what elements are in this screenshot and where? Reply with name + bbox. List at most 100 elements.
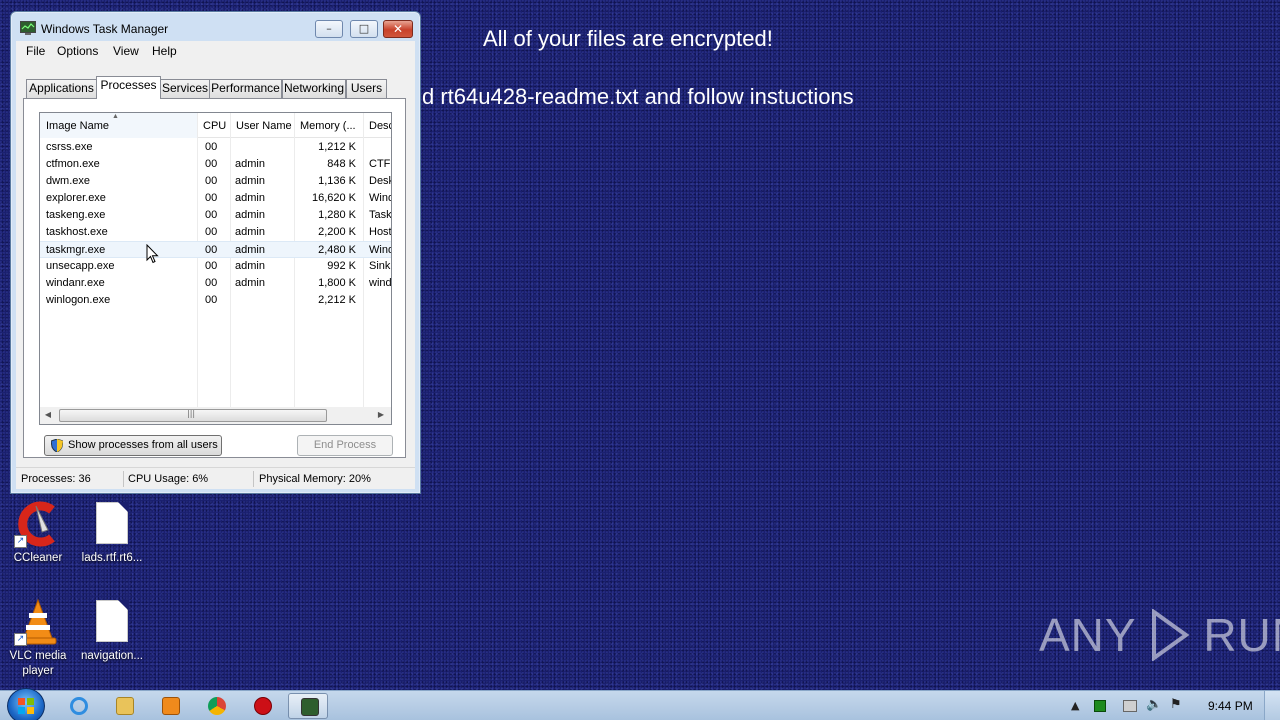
title-bar[interactable]: Windows Task Manager – □ ✕	[11, 12, 420, 42]
uac-shield-icon	[51, 439, 63, 452]
cell-memory: 16,620 K	[311, 192, 356, 204]
column-description[interactable]: Desc	[363, 113, 391, 138]
taskbar: ▲ 🔈 ⚑ 9:44 PM	[0, 688, 1280, 720]
processes-panel: ▲ Image Name CPU User Name Memory (... D…	[23, 98, 406, 458]
minimize-button[interactable]: –	[315, 20, 343, 38]
show-desktop-button[interactable]	[1264, 691, 1280, 720]
cell-memory: 1,800 K	[318, 277, 356, 289]
cell-memory: 2,480 K	[318, 244, 356, 256]
end-process-button[interactable]: End Process	[297, 435, 393, 456]
scrollbar-thumb[interactable]: |||	[59, 409, 327, 422]
ransom-title: All of your files are encrypted!	[483, 26, 773, 51]
desktop-icon-lads-rtf[interactable]: lads.rtf.rt6...	[74, 500, 150, 566]
taskbar-media-player[interactable]	[150, 693, 190, 719]
cell-name: winlogon.exe	[46, 294, 111, 306]
process-list[interactable]: ▲ Image Name CPU User Name Memory (... D…	[39, 112, 392, 425]
window-client: Applications Processes Services Performa…	[16, 61, 415, 488]
cell-name: explorer.exe	[46, 192, 106, 204]
desktop-icon-label: VLC media player	[9, 650, 67, 677]
cell-user: admin	[235, 277, 265, 289]
status-cpu-usage: CPU Usage: 6%	[128, 473, 209, 485]
cell-desc: Host	[369, 226, 391, 238]
menu-options[interactable]: Options	[57, 44, 98, 58]
ccleaner-icon: ↗	[14, 500, 62, 548]
table-row[interactable]: taskmgr.exe 00 admin 2,480 K Wind	[40, 241, 391, 258]
table-row[interactable]: taskhost.exe 00 admin 2,200 K Host	[40, 224, 391, 241]
tab-performance[interactable]: Performance	[209, 79, 282, 98]
taskbar-explorer[interactable]	[104, 693, 144, 719]
show-all-processes-button[interactable]: Show processes from all users	[44, 435, 222, 456]
cell-cpu: 00	[205, 260, 218, 272]
taskbar-chrome[interactable]	[196, 693, 236, 719]
column-image-name[interactable]: ▲ Image Name	[40, 113, 197, 138]
table-row[interactable]: unsecapp.exe 00 admin 992 K Sink	[40, 258, 391, 275]
column-cpu[interactable]: CPU	[197, 113, 230, 138]
volume-icon[interactable]: 🔈	[1146, 697, 1162, 712]
cell-desc: Task	[369, 209, 391, 221]
chrome-icon	[208, 697, 226, 715]
folder-icon	[116, 697, 134, 715]
tab-users[interactable]: Users	[346, 79, 387, 98]
table-row[interactable]: dwm.exe 00 admin 1,136 K Desk	[40, 173, 391, 190]
tray-expand-icon[interactable]: ▲	[1071, 699, 1079, 712]
tab-networking[interactable]: Networking	[282, 79, 346, 98]
sort-ascending-icon: ▲	[112, 113, 119, 120]
network-status-icon[interactable]	[1094, 700, 1106, 712]
menu-help[interactable]: Help	[152, 44, 177, 58]
maximize-button[interactable]: □	[350, 20, 378, 38]
tab-services[interactable]: Services	[160, 79, 210, 98]
desktop-icon-label: CCleaner	[13, 552, 63, 564]
table-row[interactable]: explorer.exe 00 admin 16,620 K Wind	[40, 190, 391, 207]
close-button[interactable]: ✕	[383, 20, 413, 38]
scroll-right-icon[interactable]: ▶	[376, 410, 386, 419]
cell-desc: Wind	[369, 192, 391, 204]
desktop-icon-navigation[interactable]: navigation...	[74, 598, 150, 664]
tab-applications[interactable]: Applications	[26, 79, 97, 98]
cell-desc: Wind	[369, 244, 391, 256]
task-manager-icon	[20, 21, 36, 35]
cell-cpu: 00	[205, 158, 218, 170]
menu-view[interactable]: View	[113, 44, 139, 58]
column-image-name-label: Image Name	[46, 120, 109, 132]
table-row[interactable]: ctfmon.exe 00 admin 848 K CTF	[40, 156, 391, 173]
cell-name: windanr.exe	[46, 277, 105, 289]
menu-file[interactable]: File	[26, 44, 45, 58]
task-manager-icon	[301, 698, 319, 716]
table-row[interactable]: taskeng.exe 00 admin 1,280 K Task	[40, 207, 391, 224]
table-row[interactable]: winlogon.exe 00 2,212 K	[40, 292, 391, 309]
status-divider	[123, 471, 124, 487]
document-icon	[88, 500, 136, 548]
desktop-icon-ccleaner[interactable]: ↗ CCleaner	[0, 500, 76, 566]
taskbar-clock[interactable]: 9:44 PM	[1208, 699, 1253, 713]
taskbar-task-manager[interactable]	[288, 693, 328, 719]
action-center-icon[interactable]	[1123, 700, 1137, 712]
watermark-any: ANY	[1039, 609, 1136, 661]
cell-memory: 1,280 K	[318, 209, 356, 221]
cell-memory: 2,212 K	[318, 294, 356, 306]
cell-desc: wind	[369, 277, 391, 289]
cell-cpu: 00	[205, 192, 218, 204]
desktop-icon-vlc[interactable]: ↗ VLC media player	[0, 598, 76, 679]
flag-icon[interactable]: ⚑	[1170, 697, 1182, 712]
cell-memory: 848 K	[327, 158, 356, 170]
column-memory[interactable]: Memory (...	[294, 113, 363, 138]
close-icon: ✕	[392, 22, 404, 36]
table-row[interactable]: windanr.exe 00 admin 1,800 K wind	[40, 275, 391, 292]
list-header: ▲ Image Name CPU User Name Memory (... D…	[40, 113, 391, 138]
horizontal-scrollbar[interactable]: ◀ ||| ▶	[40, 407, 391, 424]
taskbar-opera[interactable]	[242, 693, 282, 719]
column-user-name[interactable]: User Name	[230, 113, 294, 138]
anyrun-watermark: ANY RUN	[1039, 608, 1280, 662]
start-button[interactable]	[7, 688, 45, 720]
windows-logo-icon	[18, 698, 34, 714]
tab-processes[interactable]: Processes	[96, 76, 161, 99]
desktop-icon-label: lads.rtf.rt6...	[81, 552, 143, 564]
table-row[interactable]: csrss.exe 00 1,212 K	[40, 139, 391, 156]
taskbar-internet-explorer[interactable]	[58, 693, 98, 719]
desktop-icon-label: navigation...	[80, 650, 143, 662]
task-manager-window: Windows Task Manager – □ ✕ File Options …	[10, 11, 421, 494]
cell-desc: CTF	[369, 158, 391, 170]
scroll-left-icon[interactable]: ◀	[43, 410, 53, 419]
play-icon	[1151, 609, 1189, 661]
cell-name: csrss.exe	[46, 141, 93, 153]
